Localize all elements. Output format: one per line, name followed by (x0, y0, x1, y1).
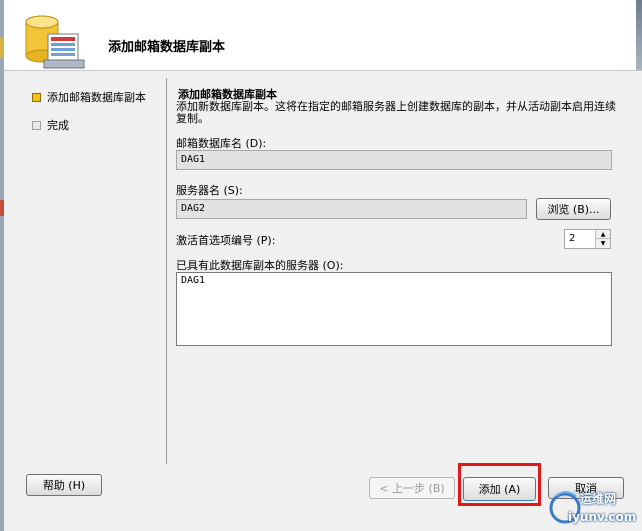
step-add-copy: 添加邮箱数据库副本 (32, 89, 146, 105)
database-icon (25, 15, 85, 69)
stepper-down-icon[interactable]: ▼ (596, 239, 610, 248)
server-name-field[interactable]: DAG2 (176, 199, 527, 219)
step-label: 添加邮箱数据库副本 (47, 91, 146, 104)
server-name-label: 服务器名 (S): (176, 184, 243, 197)
window-edge (636, 0, 642, 70)
activation-preference-stepper[interactable]: 2 ▲ ▼ (564, 229, 611, 249)
wizard-steps-panel (4, 71, 166, 466)
watermark: 运维网 iyunv.com (548, 484, 638, 528)
activation-preference-value: 2 (569, 233, 576, 244)
servers-with-copy-list[interactable]: DAG1 (176, 272, 612, 346)
step-label: 完成 (47, 119, 69, 132)
watermark-brand: 运维网 (580, 492, 617, 506)
activation-preference-label: 激活首选项编号 (P): (176, 234, 276, 247)
browse-button[interactable]: 浏览 (B)... (536, 198, 611, 220)
step-complete: 完成 (32, 117, 69, 133)
list-item[interactable]: DAG1 (181, 275, 607, 286)
stepper-up-icon[interactable]: ▲ (596, 230, 610, 239)
wizard-header (4, 0, 642, 71)
watermark-url: iyunv.com (568, 510, 637, 524)
page-title: 添加邮箱数据库副本 (108, 40, 226, 55)
database-name-field: DAG1 (176, 150, 612, 170)
panel-divider (166, 78, 167, 464)
database-name-label: 邮箱数据库名 (D): (176, 137, 267, 150)
highlight-box (458, 463, 541, 506)
step-active-icon (32, 92, 41, 102)
back-button[interactable]: < 上一步 (B) (369, 477, 455, 499)
servers-with-copy-label: 已具有此数据库副本的服务器 (O): (176, 259, 344, 272)
help-button[interactable]: 帮助 (H) (26, 474, 102, 496)
section-description: 添加新数据库副本。这将在指定的邮箱服务器上创建数据库的副本，并从活动副本启用连续… (176, 100, 616, 125)
step-inactive-icon (32, 120, 41, 130)
